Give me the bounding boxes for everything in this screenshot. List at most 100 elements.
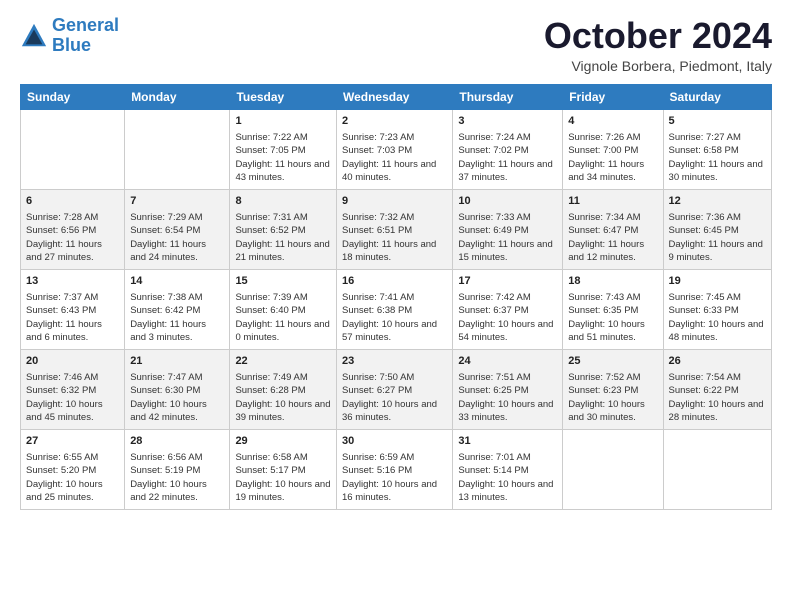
day-number: 21 bbox=[130, 354, 224, 369]
logo-text: General Blue bbox=[52, 16, 119, 56]
calendar-table: SundayMondayTuesdayWednesdayThursdayFrid… bbox=[20, 84, 772, 510]
cell-content: Sunrise: 7:33 AMSunset: 6:49 PMDaylight:… bbox=[458, 211, 557, 264]
day-number: 25 bbox=[568, 354, 657, 369]
cell-content: Sunrise: 7:39 AMSunset: 6:40 PMDaylight:… bbox=[235, 291, 331, 344]
cell-content: Sunrise: 7:38 AMSunset: 6:42 PMDaylight:… bbox=[130, 291, 224, 344]
day-number: 9 bbox=[342, 194, 447, 209]
day-number: 18 bbox=[568, 274, 657, 289]
day-number: 2 bbox=[342, 114, 447, 129]
day-number: 4 bbox=[568, 114, 657, 129]
calendar-cell: 21 Sunrise: 7:47 AMSunset: 6:30 PMDayligh… bbox=[125, 349, 230, 429]
cell-content: Sunrise: 7:37 AMSunset: 6:43 PMDaylight:… bbox=[26, 291, 119, 344]
calendar-body: 1 Sunrise: 7:22 AMSunset: 7:05 PMDaylight… bbox=[21, 109, 772, 509]
cell-content: Sunrise: 6:58 AMSunset: 5:17 PMDaylight:… bbox=[235, 451, 331, 504]
calendar-cell: 30 Sunrise: 6:59 AMSunset: 5:16 PMDayligh… bbox=[336, 429, 452, 509]
calendar-cell: 24 Sunrise: 7:51 AMSunset: 6:25 PMDayligh… bbox=[453, 349, 563, 429]
calendar-cell: 11 Sunrise: 7:34 AMSunset: 6:47 PMDayligh… bbox=[563, 189, 663, 269]
weekday-header: Wednesday bbox=[336, 84, 452, 109]
day-number: 6 bbox=[26, 194, 119, 209]
calendar-week-row: 6Sunrise: 7:28 AMSunset: 6:56 PMDaylight… bbox=[21, 189, 772, 269]
weekday-header: Friday bbox=[563, 84, 663, 109]
cell-content: Sunrise: 7:36 AMSunset: 6:45 PMDaylight:… bbox=[669, 211, 766, 264]
title-block: October 2024 Vignole Borbera, Piedmont, … bbox=[544, 16, 772, 74]
day-number: 13 bbox=[26, 274, 119, 289]
day-number: 14 bbox=[130, 274, 224, 289]
cell-content: Sunrise: 7:34 AMSunset: 6:47 PMDaylight:… bbox=[568, 211, 657, 264]
weekday-header: Tuesday bbox=[230, 84, 337, 109]
day-number: 11 bbox=[568, 194, 657, 209]
calendar-cell: 29 Sunrise: 6:58 AMSunset: 5:17 PMDayligh… bbox=[230, 429, 337, 509]
calendar-cell: 15 Sunrise: 7:39 AMSunset: 6:40 PMDayligh… bbox=[230, 269, 337, 349]
calendar-cell: 12Sunrise: 7:36 AMSunset: 6:45 PMDayligh… bbox=[663, 189, 771, 269]
month-title: October 2024 bbox=[544, 16, 772, 56]
day-number: 3 bbox=[458, 114, 557, 129]
calendar-week-row: 27Sunrise: 6:55 AMSunset: 5:20 PMDayligh… bbox=[21, 429, 772, 509]
cell-content: Sunrise: 7:42 AMSunset: 6:37 PMDaylight:… bbox=[458, 291, 557, 344]
day-number: 15 bbox=[235, 274, 331, 289]
cell-content: Sunrise: 7:43 AMSunset: 6:35 PMDaylight:… bbox=[568, 291, 657, 344]
location: Vignole Borbera, Piedmont, Italy bbox=[544, 58, 772, 74]
weekday-header: Monday bbox=[125, 84, 230, 109]
weekday-header: Saturday bbox=[663, 84, 771, 109]
day-number: 1 bbox=[235, 114, 331, 129]
cell-content: Sunrise: 7:41 AMSunset: 6:38 PMDaylight:… bbox=[342, 291, 447, 344]
calendar-cell: 26 Sunrise: 7:54 AMSunset: 6:22 PMDayligh… bbox=[663, 349, 771, 429]
calendar-cell: 6Sunrise: 7:28 AMSunset: 6:56 PMDaylight… bbox=[21, 189, 125, 269]
calendar-cell bbox=[21, 109, 125, 189]
cell-content: Sunrise: 7:49 AMSunset: 6:28 PMDaylight:… bbox=[235, 371, 331, 424]
calendar-cell: 25 Sunrise: 7:52 AMSunset: 6:23 PMDayligh… bbox=[563, 349, 663, 429]
cell-content: Sunrise: 7:23 AMSunset: 7:03 PMDaylight:… bbox=[342, 131, 447, 184]
weekday-header: Sunday bbox=[21, 84, 125, 109]
header: General Blue October 2024 Vignole Borber… bbox=[20, 16, 772, 74]
day-number: 17 bbox=[458, 274, 557, 289]
calendar-cell bbox=[663, 429, 771, 509]
day-number: 22 bbox=[235, 354, 331, 369]
logo-line2: Blue bbox=[52, 35, 91, 55]
calendar-cell: 31 Sunrise: 7:01 AMSunset: 5:14 PMDayligh… bbox=[453, 429, 563, 509]
cell-content: Sunrise: 7:45 AMSunset: 6:33 PMDaylight:… bbox=[669, 291, 766, 344]
header-row: SundayMondayTuesdayWednesdayThursdayFrid… bbox=[21, 84, 772, 109]
cell-content: Sunrise: 7:01 AMSunset: 5:14 PMDaylight:… bbox=[458, 451, 557, 504]
calendar-cell: 8Sunrise: 7:31 AMSunset: 6:52 PMDaylight… bbox=[230, 189, 337, 269]
day-number: 27 bbox=[26, 434, 119, 449]
calendar-cell: 19 Sunrise: 7:45 AMSunset: 6:33 PMDayligh… bbox=[663, 269, 771, 349]
cell-content: Sunrise: 7:47 AMSunset: 6:30 PMDaylight:… bbox=[130, 371, 224, 424]
calendar-cell: 13 Sunrise: 7:37 AMSunset: 6:43 PMDayligh… bbox=[21, 269, 125, 349]
cell-content: Sunrise: 6:59 AMSunset: 5:16 PMDaylight:… bbox=[342, 451, 447, 504]
cell-content: Sunrise: 6:56 AMSunset: 5:19 PMDaylight:… bbox=[130, 451, 224, 504]
cell-content: Sunrise: 7:22 AMSunset: 7:05 PMDaylight:… bbox=[235, 131, 331, 184]
cell-content: Sunrise: 7:29 AMSunset: 6:54 PMDaylight:… bbox=[130, 211, 224, 264]
calendar-cell: 3 Sunrise: 7:24 AMSunset: 7:02 PMDaylight… bbox=[453, 109, 563, 189]
cell-content: Sunrise: 7:52 AMSunset: 6:23 PMDaylight:… bbox=[568, 371, 657, 424]
day-number: 30 bbox=[342, 434, 447, 449]
day-number: 5 bbox=[669, 114, 766, 129]
logo: General Blue bbox=[20, 16, 119, 56]
cell-content: Sunrise: 7:31 AMSunset: 6:52 PMDaylight:… bbox=[235, 211, 331, 264]
day-number: 24 bbox=[458, 354, 557, 369]
calendar-header: SundayMondayTuesdayWednesdayThursdayFrid… bbox=[21, 84, 772, 109]
calendar-cell: 17 Sunrise: 7:42 AMSunset: 6:37 PMDayligh… bbox=[453, 269, 563, 349]
calendar-cell: 27Sunrise: 6:55 AMSunset: 5:20 PMDayligh… bbox=[21, 429, 125, 509]
calendar-cell: 1 Sunrise: 7:22 AMSunset: 7:05 PMDaylight… bbox=[230, 109, 337, 189]
cell-content: Sunrise: 7:54 AMSunset: 6:22 PMDaylight:… bbox=[669, 371, 766, 424]
cell-content: Sunrise: 7:24 AMSunset: 7:02 PMDaylight:… bbox=[458, 131, 557, 184]
day-number: 26 bbox=[669, 354, 766, 369]
cell-content: Sunrise: 7:51 AMSunset: 6:25 PMDaylight:… bbox=[458, 371, 557, 424]
calendar-cell: 18 Sunrise: 7:43 AMSunset: 6:35 PMDayligh… bbox=[563, 269, 663, 349]
day-number: 10 bbox=[458, 194, 557, 209]
cell-content: Sunrise: 7:32 AMSunset: 6:51 PMDaylight:… bbox=[342, 211, 447, 264]
calendar-cell: 23Sunrise: 7:50 AMSunset: 6:27 PMDayligh… bbox=[336, 349, 452, 429]
calendar-cell: 2 Sunrise: 7:23 AMSunset: 7:03 PMDaylight… bbox=[336, 109, 452, 189]
day-number: 29 bbox=[235, 434, 331, 449]
calendar-cell: 16 Sunrise: 7:41 AMSunset: 6:38 PMDayligh… bbox=[336, 269, 452, 349]
day-number: 31 bbox=[458, 434, 557, 449]
calendar-cell: 5 Sunrise: 7:27 AMSunset: 6:58 PMDaylight… bbox=[663, 109, 771, 189]
day-number: 19 bbox=[669, 274, 766, 289]
cell-content: Sunrise: 7:27 AMSunset: 6:58 PMDaylight:… bbox=[669, 131, 766, 184]
cell-content: Sunrise: 7:26 AMSunset: 7:00 PMDaylight:… bbox=[568, 131, 657, 184]
cell-content: Sunrise: 7:46 AMSunset: 6:32 PMDaylight:… bbox=[26, 371, 119, 424]
day-number: 16 bbox=[342, 274, 447, 289]
logo-icon bbox=[20, 22, 48, 50]
cell-content: Sunrise: 7:50 AMSunset: 6:27 PMDaylight:… bbox=[342, 371, 447, 424]
calendar-cell: 4 Sunrise: 7:26 AMSunset: 7:00 PMDaylight… bbox=[563, 109, 663, 189]
